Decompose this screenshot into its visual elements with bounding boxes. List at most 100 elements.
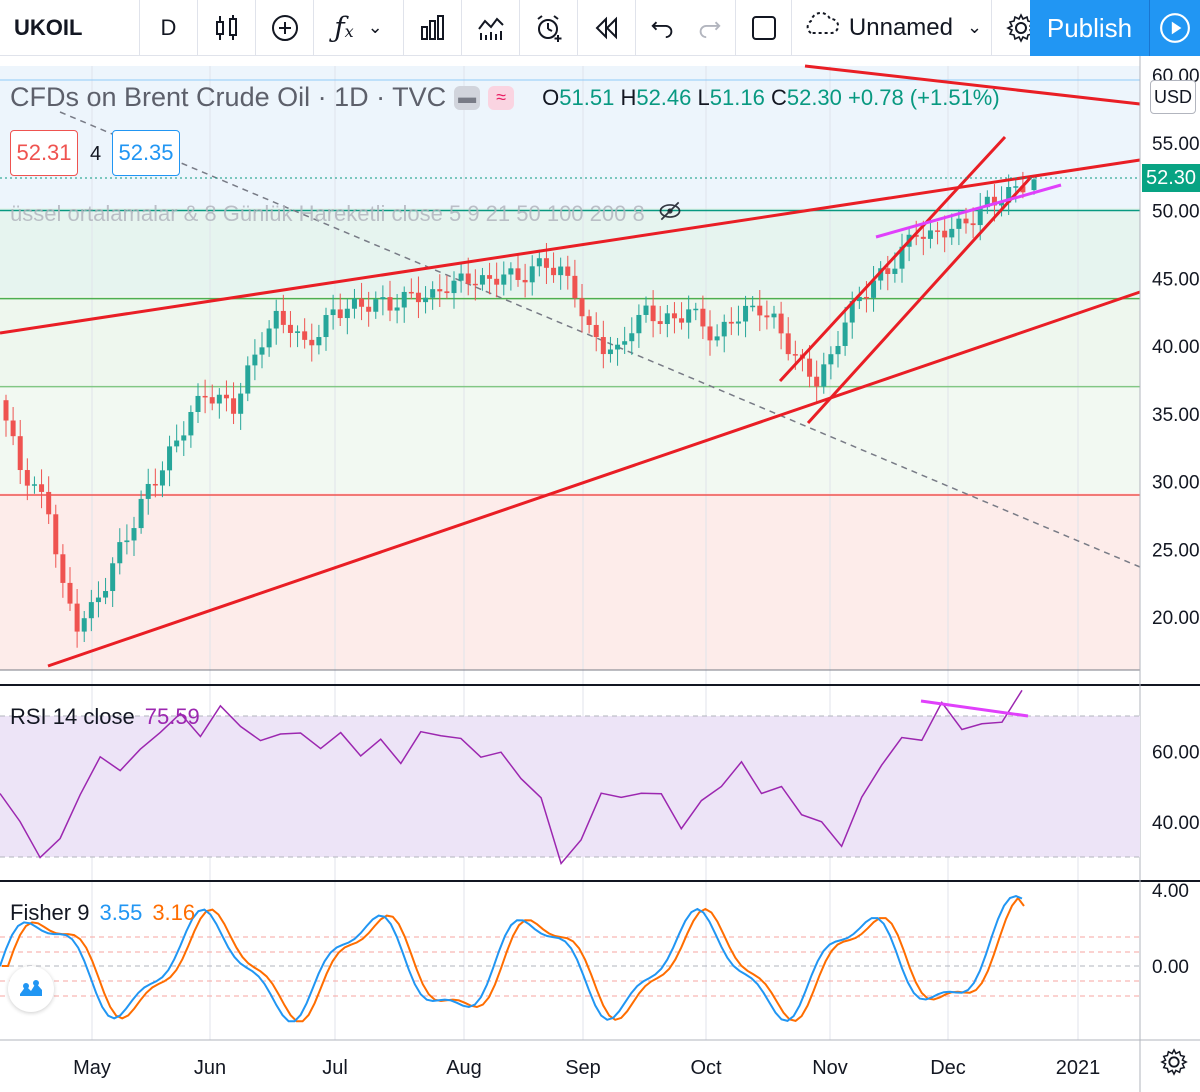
chevron-down-icon: ⌄ (966, 17, 983, 37)
candle-body (785, 333, 791, 355)
price-tick-label: 25.00 (1152, 540, 1200, 561)
candle-body (664, 313, 670, 325)
price-tick-label: 20.00 (1152, 608, 1200, 629)
symbol-title[interactable]: CFDs on Brent Crude Oil · 1D · TVC (10, 82, 446, 113)
low-value: 51.16 (709, 84, 765, 110)
symbol-legend: CFDs on Brent Crude Oil · 1D · TVC ▬ ≈ O… (10, 82, 1000, 113)
candle-body (750, 305, 756, 308)
fisher-value-2: 3.16 (152, 900, 196, 925)
publish-button[interactable]: Publish (1030, 0, 1150, 56)
candle-body (316, 337, 322, 346)
candle-body (451, 280, 457, 294)
time-tick-label: Jul (322, 1057, 348, 1079)
candle-body (593, 324, 599, 338)
eye-off-icon[interactable] (657, 198, 683, 230)
rsi-tick-label: 40.00 (1152, 813, 1200, 834)
rsi-legend[interactable]: RSI 14 close 75.59 (10, 704, 200, 730)
candle-body (629, 333, 635, 342)
sell-button[interactable]: 52.31 (10, 130, 78, 176)
candle-body (892, 268, 898, 274)
rsi-tick-label: 60.00 (1152, 742, 1200, 763)
rewind-icon[interactable] (578, 0, 636, 56)
bar-chart-icon[interactable] (404, 0, 462, 56)
candle-body (287, 324, 293, 333)
indicators-button[interactable]: ƒx ⌄ (314, 0, 404, 56)
candle-body (558, 266, 564, 276)
square-icon[interactable] (736, 0, 792, 56)
fisher-legend[interactable]: Fisher 9 3.55 3.16 (10, 900, 195, 926)
candle-body (216, 394, 222, 404)
time-tick-label: Jun (194, 1057, 226, 1079)
undo-redo-group (636, 0, 736, 56)
time-tick-label: Oct (690, 1057, 722, 1079)
time-tick-label: Dec (930, 1057, 966, 1079)
undo-icon[interactable] (649, 11, 677, 45)
candle-body (515, 268, 521, 280)
price-tick-label: 55.00 (1152, 134, 1200, 155)
redo-icon[interactable] (695, 11, 723, 45)
candle-body (572, 275, 578, 299)
candle-body (792, 354, 798, 356)
indicator-icon[interactable] (462, 0, 520, 56)
candle-body (46, 491, 52, 515)
candle-body (24, 470, 30, 486)
play-icon[interactable] (1150, 0, 1200, 56)
candle-body (977, 207, 983, 226)
candle-body (771, 313, 777, 318)
candle-body (88, 602, 94, 619)
currency-button[interactable]: USD (1150, 80, 1196, 114)
candle-body (152, 483, 158, 486)
candle-body (764, 315, 770, 318)
tradingview-logo-icon[interactable] (8, 966, 54, 1012)
symbol-search-button[interactable]: UKOIL (0, 0, 140, 56)
candle-body (423, 297, 429, 303)
candle-body (522, 279, 528, 283)
candle-body (117, 542, 123, 564)
candle-body (671, 313, 677, 319)
candle-body (138, 498, 144, 529)
spread-value: 4 (90, 143, 102, 165)
candle-body (351, 298, 357, 309)
ohlc-values: O51.51 H52.46 L51.16 C52.30 +0.78 (+1.51… (542, 84, 1000, 110)
candle-body (942, 230, 948, 238)
candle-body (707, 326, 713, 341)
settings-gear-icon[interactable] (1160, 1048, 1190, 1078)
candle-body (643, 305, 649, 315)
candle-body (252, 354, 258, 366)
candle-body (586, 316, 592, 325)
candle-body (195, 395, 201, 412)
candle-body (223, 394, 229, 399)
wave-icon[interactable]: ≈ (488, 85, 515, 110)
time-axis[interactable]: May Jun Jul Aug Sep Oct Nov Dec 2021 (73, 1057, 1100, 1079)
candle-body (1013, 186, 1019, 188)
layout-name-button[interactable]: Unnamed ⌄ (792, 0, 992, 56)
candle-body (181, 435, 187, 441)
candle-body (970, 223, 976, 226)
candle-body (373, 299, 379, 312)
cloud-icon (801, 9, 841, 46)
price-axis[interactable]: 60.00 55.00 50.00 45.00 40.00 35.00 30.00 25.00… (1152, 66, 1200, 978)
minus-icon[interactable]: ▬ (454, 85, 481, 110)
candle-body (487, 275, 493, 279)
candle-body (935, 230, 941, 232)
interval-button[interactable]: D (140, 0, 198, 56)
candle-body (53, 514, 59, 555)
candle-body (657, 321, 663, 325)
candles-icon[interactable] (198, 0, 256, 56)
candle-body (188, 411, 194, 436)
rsi-divergence-line[interactable] (920, 699, 1029, 718)
chevron-down-icon: ⌄ (367, 17, 383, 37)
buy-button[interactable]: 52.35 (112, 130, 180, 176)
candle-body (167, 446, 173, 471)
ma-indicator-legend[interactable]: üssel ortalamalar & 8 Günlük Hareketli c… (10, 198, 683, 230)
plus-circle-icon[interactable] (256, 0, 314, 56)
candle-body (103, 591, 109, 598)
candle-body (202, 395, 208, 398)
candle-body (430, 289, 436, 298)
alarm-plus-icon[interactable] (520, 0, 578, 56)
candle-body (686, 309, 692, 323)
candle-body (330, 309, 336, 316)
time-tick-label: Sep (565, 1057, 601, 1079)
candle-body (472, 283, 478, 286)
candle-body (579, 298, 585, 317)
